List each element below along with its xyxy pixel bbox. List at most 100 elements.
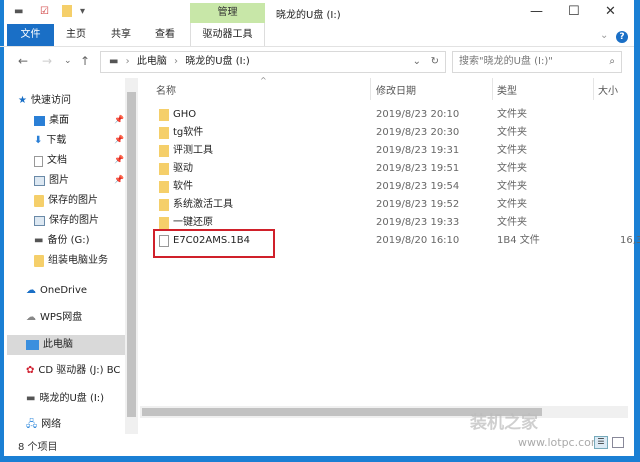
- file-row[interactable]: 评测工具 2019/8/23 19:31 文件夹: [155, 142, 630, 160]
- file-row[interactable]: tg软件 2019/8/23 20:30 文件夹: [155, 124, 630, 142]
- sidebar-item-downloads[interactable]: ⬇ 下载: [34, 132, 66, 150]
- drive-icon: ▬: [109, 56, 119, 67]
- help-icon[interactable]: ?: [616, 31, 628, 43]
- tab-manage[interactable]: 管理: [190, 3, 265, 23]
- address-dropdown-icon[interactable]: ⌄: [413, 52, 421, 72]
- sidebar-item-saved-pictures-2[interactable]: 保存的图片: [34, 212, 99, 230]
- folder-icon: [159, 217, 169, 229]
- file-type: 文件夹: [497, 127, 527, 138]
- customize-quick-access-icon[interactable]: ▾: [80, 6, 85, 17]
- column-header-size[interactable]: 大小: [598, 82, 618, 97]
- file-type: 文件夹: [497, 109, 527, 120]
- document-icon: [34, 155, 43, 167]
- tab-share[interactable]: 共享: [101, 24, 141, 46]
- file-name: 软件: [173, 181, 193, 192]
- file-date: 2019/8/23 20:30: [376, 127, 460, 138]
- pin-icon[interactable]: 📌: [114, 135, 124, 144]
- sidebar-item-usb-drive[interactable]: ▬ 晓龙的U盘 (I:): [26, 390, 104, 408]
- desktop-icon: [34, 116, 45, 126]
- file-row[interactable]: 软件 2019/8/23 19:54 文件夹: [155, 178, 630, 196]
- navigation-scrollbar-thumb[interactable]: [127, 92, 136, 417]
- pin-icon[interactable]: 📌: [114, 155, 124, 164]
- back-button[interactable]: ←: [18, 54, 28, 68]
- file-row[interactable]: GHO 2019/8/23 20:10 文件夹: [155, 106, 630, 124]
- sidebar-item-desktop[interactable]: 桌面: [34, 112, 69, 130]
- folder-icon: [159, 127, 169, 139]
- column-divider[interactable]: [370, 78, 371, 100]
- column-header-type[interactable]: 类型: [497, 82, 517, 97]
- sidebar-item-cd-drive[interactable]: ✿ CD 驱动器 (J:) BC: [26, 362, 120, 380]
- column-divider[interactable]: [593, 78, 594, 100]
- file-date: 2019/8/23 19:54: [376, 181, 460, 192]
- file-name: 系统激活工具: [173, 199, 233, 210]
- sidebar-item-wps-cloud[interactable]: ☁ WPS网盘: [26, 309, 82, 327]
- address-bar[interactable]: ▬ › 此电脑 › 晓龙的U盘 (I:) ⌄ ↻: [100, 51, 446, 73]
- breadcrumb-this-pc[interactable]: 此电脑: [137, 56, 167, 67]
- file-type: 文件夹: [497, 181, 527, 192]
- recent-locations-button[interactable]: ⌄: [64, 56, 72, 66]
- search-icon: ⌕: [609, 56, 615, 67]
- pin-icon[interactable]: 📌: [114, 175, 124, 184]
- minimize-button[interactable]: —: [530, 4, 543, 19]
- breadcrumb-separator: ›: [125, 56, 130, 67]
- search-input[interactable]: 搜索"晓龙的U盘 (I:)" ⌕: [452, 51, 622, 73]
- file-row[interactable]: 驱动 2019/8/23 19:51 文件夹: [155, 160, 630, 178]
- file-date: 2019/8/20 16:10: [376, 235, 460, 246]
- picture-icon: [34, 176, 45, 186]
- up-button[interactable]: ↑: [80, 54, 90, 68]
- tab-drive-tools[interactable]: 驱动器工具: [190, 23, 265, 47]
- maximize-button[interactable]: ☐: [568, 4, 580, 19]
- folder-icon: [159, 181, 169, 193]
- sidebar-item-quick-access[interactable]: ★ 快速访问: [18, 92, 71, 110]
- window-title: 晓龙的U盘 (I:): [276, 10, 341, 21]
- sidebar-item-pictures[interactable]: 图片: [34, 172, 69, 190]
- sidebar-item-label: 此电脑: [43, 339, 73, 350]
- file-type: 文件夹: [497, 199, 527, 210]
- tab-home[interactable]: 主页: [56, 24, 96, 46]
- sidebar-item-this-pc[interactable]: 此电脑: [7, 335, 125, 355]
- sidebar-item-label: CD 驱动器 (J:) BC: [38, 365, 121, 376]
- details-view-icon[interactable]: ☰: [594, 436, 608, 449]
- column-divider[interactable]: [492, 78, 493, 100]
- folder-icon: [159, 163, 169, 175]
- pin-icon[interactable]: 📌: [114, 115, 124, 124]
- file-date: 2019/8/23 19:33: [376, 217, 460, 228]
- drive-icon[interactable]: ▬: [14, 6, 23, 17]
- column-header-date[interactable]: 修改日期: [376, 82, 416, 97]
- large-icons-view-icon[interactable]: [612, 437, 624, 448]
- file-date: 2019/8/23 20:10: [376, 109, 460, 120]
- file-type: 文件夹: [497, 217, 527, 228]
- sidebar-item-label: WPS网盘: [40, 312, 83, 323]
- highlight-box: [153, 229, 275, 258]
- tab-view[interactable]: 查看: [145, 24, 185, 46]
- sidebar-item-label: 组装电脑业务: [48, 255, 108, 266]
- computer-icon: [26, 340, 39, 350]
- refresh-icon[interactable]: ↻: [431, 52, 439, 72]
- sort-ascending-icon: ^: [260, 76, 267, 85]
- file-name: 驱动: [173, 163, 193, 174]
- file-size: 16,38: [620, 235, 640, 246]
- folder-icon: [159, 199, 169, 211]
- new-folder-icon[interactable]: [62, 5, 72, 17]
- file-type: 文件夹: [497, 163, 527, 174]
- collapse-ribbon-icon[interactable]: ⌄: [600, 30, 608, 41]
- properties-icon[interactable]: ☑: [40, 6, 49, 17]
- breadcrumb-usb-drive[interactable]: 晓龙的U盘 (I:): [185, 56, 250, 67]
- cloud-outline-icon: ☁: [26, 312, 36, 323]
- file-row[interactable]: 系统激活工具 2019/8/23 19:52 文件夹: [155, 196, 630, 214]
- tab-file[interactable]: 文件: [7, 24, 54, 46]
- sidebar-item-backup-drive[interactable]: ▬ 备份 (G:): [34, 232, 90, 250]
- file-date: 2019/8/23 19:51: [376, 163, 460, 174]
- cloud-icon: ☁: [26, 285, 36, 296]
- sidebar-item-label: 备份 (G:): [47, 235, 90, 246]
- sidebar-item-documents[interactable]: 文档: [34, 152, 67, 170]
- sidebar-item-assembly-business[interactable]: 组装电脑业务: [34, 252, 108, 270]
- sidebar-item-label: 保存的图片: [49, 215, 99, 226]
- sidebar-item-label: 图片: [49, 175, 69, 186]
- sidebar-item-saved-pictures[interactable]: 保存的图片: [34, 192, 98, 210]
- sidebar-item-network[interactable]: 🖧 网络: [26, 416, 61, 434]
- sidebar-item-onedrive[interactable]: ☁ OneDrive: [26, 282, 87, 300]
- column-header-name[interactable]: 名称: [156, 82, 176, 97]
- forward-button[interactable]: →: [42, 54, 52, 68]
- close-button[interactable]: ✕: [605, 4, 616, 19]
